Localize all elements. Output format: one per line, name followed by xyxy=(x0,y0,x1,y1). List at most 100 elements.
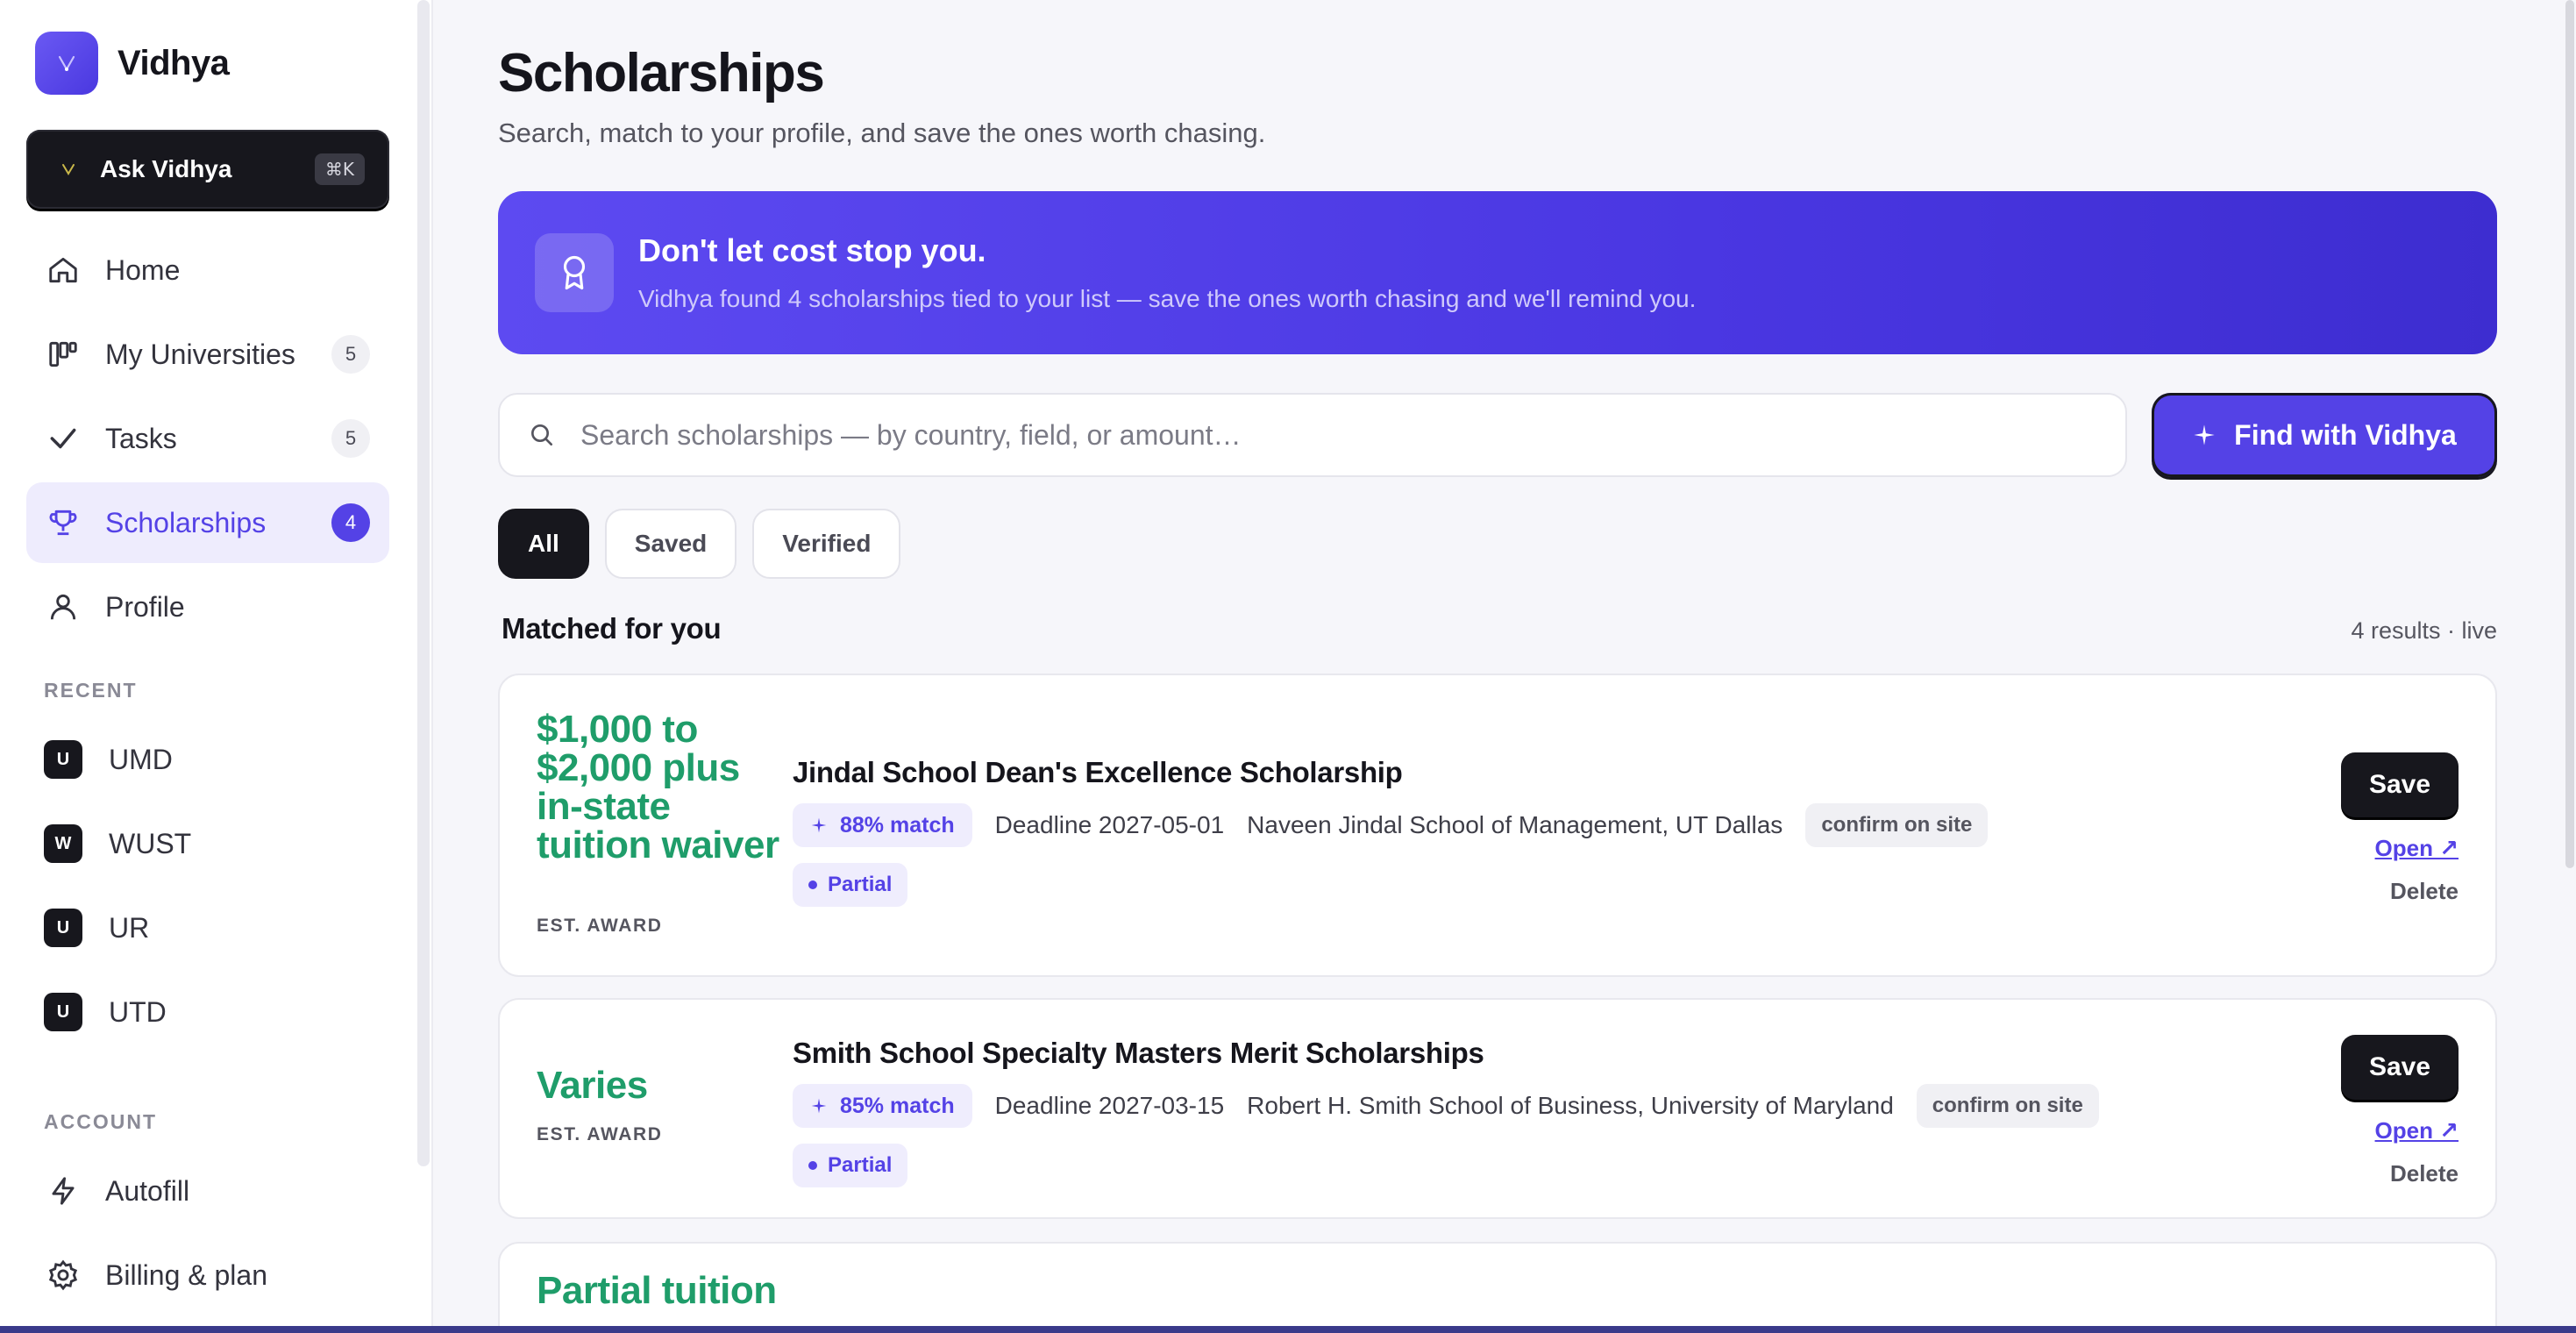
check-icon xyxy=(46,421,81,456)
recent-item[interactable]: W WUST xyxy=(26,802,389,886)
account-section-title: ACCOUNT xyxy=(44,1110,157,1133)
results-count: 4 results · live xyxy=(2351,617,2497,644)
card-body: Jindal School Dean's Excellence Scholars… xyxy=(793,756,1989,907)
find-with-vidhya-button[interactable]: Find with Vidhya xyxy=(2152,393,2497,477)
card-meta: 88% match Deadline 2027-05-01 Naveen Jin… xyxy=(793,803,1989,847)
scholarship-title[interactable]: Jindal School Dean's Excellence Scholars… xyxy=(793,756,1988,789)
columns-icon xyxy=(46,337,81,372)
award-amount: $1,000 to $2,000 plus in-state tuition w… xyxy=(537,708,779,866)
award-amount: Partial tuition xyxy=(537,1269,777,1312)
nav-item-scholarships[interactable]: Scholarships 4 xyxy=(26,482,389,563)
recent-label: UTD xyxy=(109,995,167,1028)
open-link[interactable]: Open ↗ xyxy=(2341,835,2459,862)
recent-badge: U xyxy=(44,740,82,779)
card-body: Smith School Specialty Masters Merit Sch… xyxy=(793,1037,2099,1187)
banner-title: Don't let cost stop you. xyxy=(638,232,986,268)
nav-count-badge: 5 xyxy=(331,419,370,458)
banner-text: Vidhya found 4 scholarships tied to your… xyxy=(638,285,1697,312)
match-badge: 88% match xyxy=(793,803,972,847)
recent-item[interactable]: U UMD xyxy=(26,717,389,802)
award-label: EST. AWARD xyxy=(537,1124,663,1144)
recent-section-title: RECENT xyxy=(44,679,138,702)
sidebar-scrollbar[interactable] xyxy=(417,0,430,1166)
filter-chip-saved[interactable]: Saved xyxy=(604,509,737,579)
open-link[interactable]: Open ↗ xyxy=(2341,1117,2459,1144)
nav-count-badge: 4 xyxy=(331,503,370,542)
nav-label: Profile xyxy=(105,590,185,623)
recent-badge: U xyxy=(44,993,82,1031)
filter-chip-verified[interactable]: Verified xyxy=(752,509,901,579)
main-nav: Home My Universities 5 Tasks 5 Scholarsh… xyxy=(26,230,389,651)
nav-label: Tasks xyxy=(105,422,177,454)
award-ribbon-icon xyxy=(535,233,614,312)
main-scrollbar[interactable] xyxy=(2565,0,2574,868)
gear-icon xyxy=(46,1258,81,1293)
brand-name: Vidhya xyxy=(117,43,230,82)
nav-count-badge: 5 xyxy=(331,335,370,374)
nav-item-tasks[interactable]: Tasks 5 xyxy=(26,398,389,479)
list-heading: Matched for you xyxy=(502,612,722,645)
user-icon xyxy=(46,589,81,624)
card-actions: Save Open ↗ Delete xyxy=(2341,1035,2459,1187)
banner-copy: Don't let cost stop you. Vidhya found 4 … xyxy=(638,232,1696,313)
deadline: Deadline 2027-05-01 xyxy=(994,811,1225,838)
recent-list: U UMD W WUST U UR U UTD xyxy=(26,717,389,1054)
sparkle-icon xyxy=(62,164,75,175)
find-button-label: Find with Vidhya xyxy=(2234,418,2457,451)
nav-item-home[interactable]: Home xyxy=(26,230,389,310)
brand[interactable]: Vidhya xyxy=(35,32,230,95)
scholarship-card: Partial tuition xyxy=(498,1242,2497,1333)
coverage-tag: Partial xyxy=(793,1144,908,1187)
recent-label: WUST xyxy=(109,827,192,859)
nav-item-autofill[interactable]: Autofill xyxy=(26,1151,389,1231)
recent-badge: W xyxy=(44,824,82,863)
vidhya-logo-icon xyxy=(35,32,98,95)
sparkle-icon xyxy=(811,1098,827,1114)
filter-chips: All Saved Verified xyxy=(498,509,901,579)
recent-item[interactable]: U UTD xyxy=(26,970,389,1054)
dot-icon xyxy=(808,1161,817,1170)
ask-vidhya-label: Ask Vidhya xyxy=(100,155,232,182)
scholarship-card: Varies EST. AWARD Smith School Specialty… xyxy=(498,998,2497,1219)
window-bottom-edge xyxy=(0,1326,2576,1333)
search-icon xyxy=(531,424,552,446)
coverage-tag: Partial xyxy=(793,863,908,907)
confirm-badge: confirm on site xyxy=(1805,803,1989,847)
ask-vidhya-button[interactable]: Ask Vidhya ⌘K xyxy=(26,130,389,209)
match-text: 85% match xyxy=(840,1093,955,1118)
nav-item-my-universities[interactable]: My Universities 5 xyxy=(26,314,389,395)
deadline: Deadline 2027-03-15 xyxy=(994,1092,1225,1119)
nav-label: Home xyxy=(105,253,181,286)
match-text: 88% match xyxy=(840,812,955,838)
shortcut-badge: ⌘K xyxy=(314,153,365,185)
award-label: EST. AWARD xyxy=(537,916,663,936)
recent-badge: U xyxy=(44,909,82,947)
delete-link[interactable]: Delete xyxy=(2341,878,2459,905)
institution: Robert H. Smith School of Business, Univ… xyxy=(1247,1092,1894,1119)
home-icon xyxy=(46,253,81,288)
coverage-text: Partial xyxy=(828,873,893,896)
dot-icon xyxy=(808,880,817,889)
match-badge: 85% match xyxy=(793,1084,972,1128)
filter-chip-all[interactable]: All xyxy=(498,509,589,579)
scholarship-title[interactable]: Smith School Specialty Masters Merit Sch… xyxy=(793,1037,2099,1070)
page-subtitle: Search, match to your profile, and save … xyxy=(498,118,1266,148)
scholarship-card: $1,000 to $2,000 plus in-state tuition w… xyxy=(498,674,2497,977)
save-button[interactable]: Save xyxy=(2341,1035,2459,1100)
coverage-text: Partial xyxy=(828,1153,893,1177)
card-meta: 85% match Deadline 2027-03-15 Robert H. … xyxy=(793,1084,2099,1128)
search-bar xyxy=(498,393,2127,477)
nav-label: My Universities xyxy=(105,338,295,370)
recent-item[interactable]: U UR xyxy=(26,886,389,970)
bolt-icon xyxy=(46,1173,81,1208)
nav-item-billing[interactable]: Billing & plan xyxy=(26,1235,389,1315)
search-input[interactable] xyxy=(580,418,2097,452)
institution: Naveen Jindal School of Management, UT D… xyxy=(1247,811,1783,838)
nav-item-profile[interactable]: Profile xyxy=(26,567,389,647)
save-button[interactable]: Save xyxy=(2341,752,2459,817)
account-nav: Autofill Billing & plan xyxy=(26,1151,389,1319)
delete-link[interactable]: Delete xyxy=(2341,1160,2459,1187)
sparkle-icon xyxy=(2194,424,2215,446)
confirm-badge: confirm on site xyxy=(1916,1084,2099,1128)
nav-label: Autofill xyxy=(105,1174,190,1207)
